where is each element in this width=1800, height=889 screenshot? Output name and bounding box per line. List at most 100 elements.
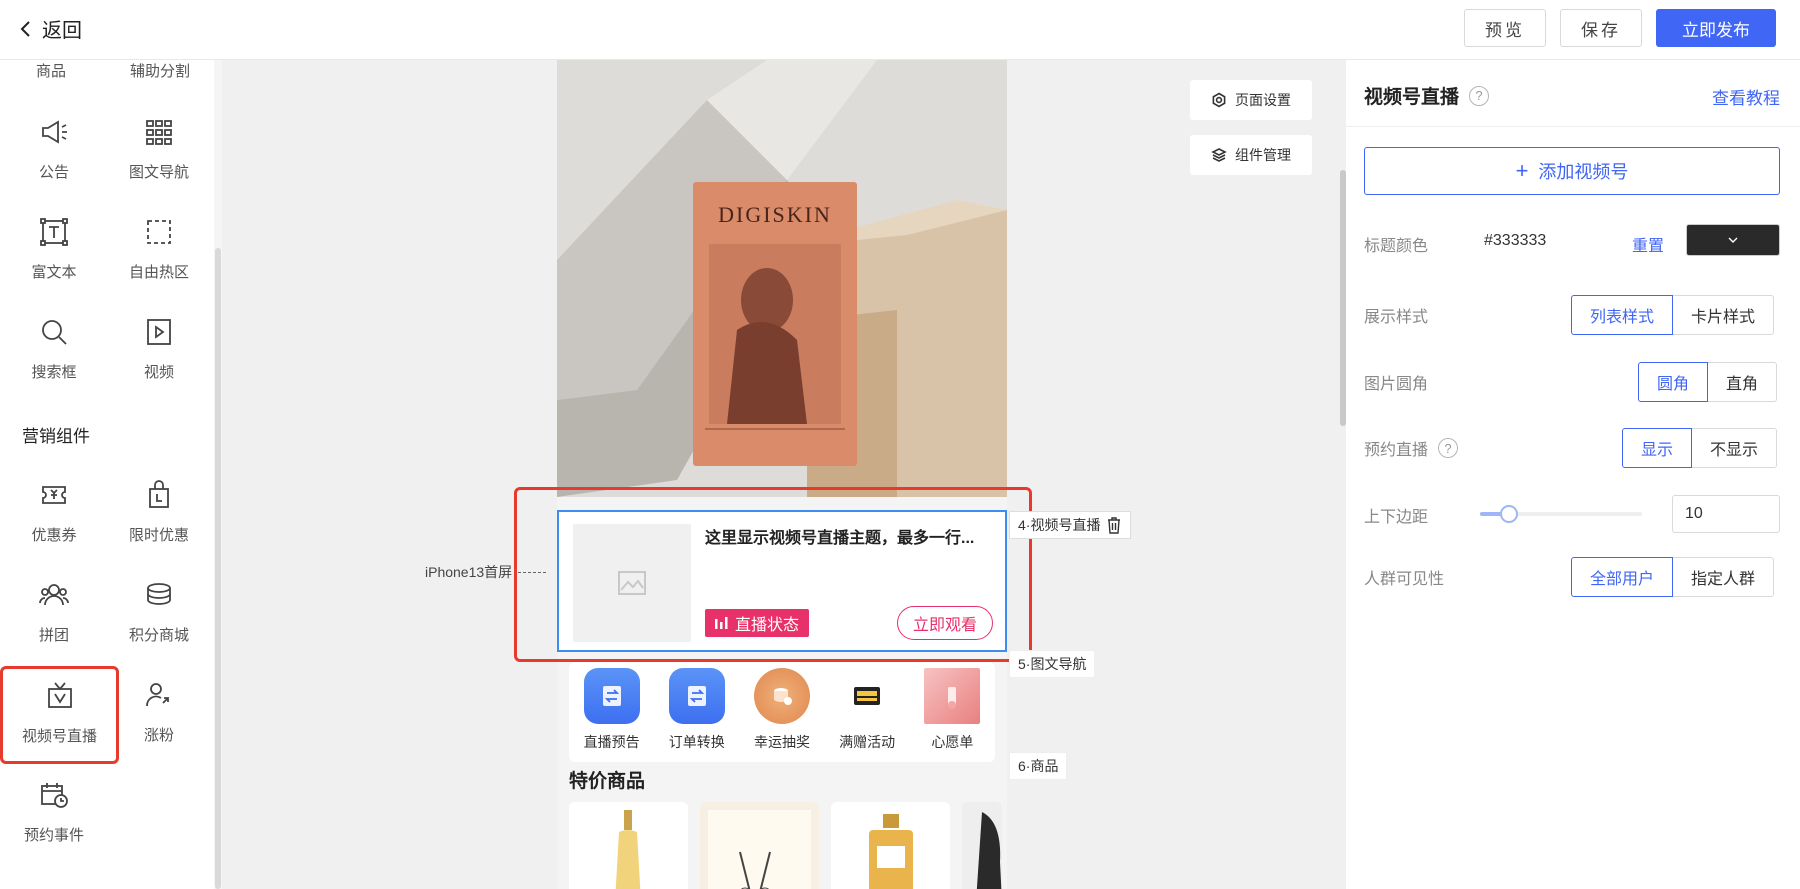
sidebar-item-label: 图文导航 bbox=[128, 164, 189, 181]
component-sidebar: 商品 辅助分割 公告 图文导航 富文本 自由热区 搜索框 视频 营销组件 优惠券… bbox=[0, 60, 222, 889]
product-row bbox=[569, 802, 1007, 889]
iphone-first-screen-marker: iPhone13首屏 bbox=[425, 562, 547, 582]
properties-panel: 视频号直播 ? 查看教程 + 添加视频号 标题颜色 #333333 重置 展示样… bbox=[1346, 60, 1800, 889]
back-label: 返回 bbox=[42, 20, 82, 42]
color-picker[interactable] bbox=[1686, 224, 1780, 256]
product-card[interactable] bbox=[700, 802, 819, 889]
view-tutorial-link[interactable]: 查看教程 bbox=[1712, 84, 1780, 109]
tag-goods[interactable]: 6·商品 bbox=[1009, 752, 1068, 780]
tag-label: 6·商品 bbox=[1018, 758, 1059, 774]
coin-stack-icon bbox=[753, 668, 810, 724]
publish-button[interactable]: 立即发布 bbox=[1656, 9, 1776, 47]
sidebar-item-coupon[interactable]: 优惠券 bbox=[0, 468, 108, 564]
corner-label: 图片圆角 bbox=[1364, 376, 1429, 393]
plus-icon: + bbox=[1515, 158, 1529, 183]
sidebar-item-channel-live[interactable]: 视频号直播 bbox=[0, 666, 119, 764]
sidebar-item-label: 搜索框 bbox=[31, 364, 77, 381]
live-title: 这里显示视频号直播主题，最多一行... bbox=[705, 530, 975, 547]
sidebar-item-video[interactable]: 视频 bbox=[105, 305, 213, 401]
sidebar-item-points-mall[interactable]: 积分商城 bbox=[105, 568, 213, 664]
iphone-label: iPhone13首屏 bbox=[425, 564, 513, 580]
corner-square-option[interactable]: 直角 bbox=[1707, 362, 1778, 402]
live-cover-placeholder bbox=[573, 524, 691, 642]
sidebar-item-label: 优惠券 bbox=[31, 527, 77, 544]
audience-toggle: 全部用户 指定人群 bbox=[1571, 557, 1775, 597]
sidebar-item-group-buy[interactable]: 拼团 bbox=[0, 568, 108, 664]
nav-item-lucky-draw[interactable]: 幸运抽奖 bbox=[742, 668, 822, 762]
sidebar-item-rich-text[interactable]: 富文本 bbox=[0, 205, 108, 301]
product-card[interactable] bbox=[962, 802, 1002, 889]
nav-item-gift-event[interactable]: 满赠活动 bbox=[827, 668, 907, 762]
add-channel-label: 添加视频号 bbox=[1538, 162, 1629, 182]
reserve-hide-option[interactable]: 不显示 bbox=[1691, 428, 1778, 468]
chanel-perfume-image bbox=[831, 802, 950, 889]
reset-color-link[interactable]: 重置 bbox=[1632, 232, 1664, 256]
sidebar-scrollbar[interactable] bbox=[214, 60, 222, 889]
nav-item-order-convert[interactable]: 订单转换 bbox=[657, 668, 737, 762]
component-manage-button[interactable]: 组件管理 bbox=[1190, 135, 1312, 175]
shopping-bag-icon bbox=[142, 478, 176, 512]
component-manage-label: 组件管理 bbox=[1235, 147, 1291, 163]
sidebar-item-hotspot[interactable]: 自由热区 bbox=[105, 205, 213, 301]
display-style-toggle: 列表样式 卡片样式 bbox=[1571, 295, 1775, 335]
swap-doc-icon bbox=[668, 668, 725, 724]
product-card[interactable] bbox=[831, 802, 950, 889]
gear-icon bbox=[1212, 92, 1226, 108]
lash-curler-image bbox=[700, 802, 819, 889]
search-icon bbox=[37, 315, 71, 349]
tag-image-nav[interactable]: 5·图文导航 bbox=[1009, 650, 1096, 678]
margin-slider[interactable] bbox=[1480, 505, 1642, 523]
add-channel-button[interactable]: + 添加视频号 bbox=[1364, 147, 1780, 195]
back-button[interactable]: 返回 bbox=[18, 14, 82, 43]
channel-live-card[interactable]: 这里显示视频号直播主题，最多一行... 直播状态 立即观看 bbox=[557, 510, 1007, 652]
trash-icon[interactable] bbox=[1106, 516, 1122, 534]
sidebar-item-label: 视频号直播 bbox=[21, 728, 97, 745]
display-style-card-option[interactable]: 卡片样式 bbox=[1672, 295, 1775, 335]
sidebar-item-reserve-event[interactable]: 预约事件 bbox=[0, 768, 108, 864]
hero-image[interactable]: DIGISKIN bbox=[557, 60, 1007, 497]
panel-title: 视频号直播 bbox=[1364, 87, 1460, 108]
bar-chart-icon bbox=[715, 617, 728, 629]
help-icon[interactable]: ? bbox=[1469, 85, 1490, 106]
group-icon bbox=[37, 578, 71, 612]
margin-input[interactable] bbox=[1672, 495, 1780, 533]
save-button[interactable]: 保存 bbox=[1560, 9, 1642, 47]
page-settings-button[interactable]: 页面设置 bbox=[1190, 80, 1312, 120]
text-box-icon bbox=[37, 215, 71, 249]
nav-item-label: 直播预告 bbox=[583, 734, 640, 750]
audience-specific-option[interactable]: 指定人群 bbox=[1672, 557, 1775, 597]
nav-item-label: 幸运抽奖 bbox=[753, 734, 810, 750]
tag-channel-live[interactable]: 4·视频号直播 bbox=[1009, 511, 1132, 539]
sidebar-item-notice[interactable]: 公告 bbox=[0, 105, 108, 201]
watch-now-button[interactable]: 立即观看 bbox=[897, 606, 993, 640]
product-card[interactable] bbox=[569, 802, 688, 889]
sidebar-item-label: 自由热区 bbox=[128, 264, 189, 281]
sidebar-item-goods-label[interactable]: 商品 bbox=[36, 60, 66, 81]
sidebar-item-divider-label[interactable]: 辅助分割 bbox=[130, 60, 190, 81]
special-goods-title: 特价商品 bbox=[569, 771, 646, 792]
title-color-label: 标题颜色 bbox=[1364, 238, 1429, 255]
megaphone-icon bbox=[37, 115, 71, 149]
title-color-value: #333333 bbox=[1484, 232, 1547, 249]
corner-round-option[interactable]: 圆角 bbox=[1638, 362, 1709, 402]
sidebar-item-search[interactable]: 搜索框 bbox=[0, 305, 108, 401]
tag-label: 5·图文导航 bbox=[1018, 656, 1087, 672]
sidebar-item-fan-growth[interactable]: 涨粉 bbox=[105, 668, 213, 764]
nav-item-wishlist[interactable]: 心愿单 bbox=[912, 668, 992, 762]
sidebar-scroll-thumb[interactable] bbox=[215, 248, 221, 889]
margin-slider-thumb[interactable] bbox=[1500, 505, 1519, 523]
layers-icon bbox=[1211, 148, 1227, 162]
sidebar-item-image-nav[interactable]: 图文导航 bbox=[105, 105, 213, 201]
help-icon[interactable]: ? bbox=[1438, 438, 1459, 458]
panel-header: 视频号直播 ? bbox=[1364, 82, 1490, 109]
sidebar-item-label: 积分商城 bbox=[128, 627, 189, 644]
reserve-show-option[interactable]: 显示 bbox=[1622, 428, 1693, 468]
image-placeholder-icon bbox=[618, 571, 646, 595]
preview-button[interactable]: 预览 bbox=[1464, 9, 1546, 47]
audience-all-option[interactable]: 全部用户 bbox=[1571, 557, 1674, 597]
editor-canvas: iPhone13首屏 DIGISKIN 这里显示视频号直播主题，最多一行... … bbox=[222, 60, 1346, 889]
sidebar-item-flash-sale[interactable]: 限时优惠 bbox=[105, 468, 213, 564]
nav-item-live-preview[interactable]: 直播预告 bbox=[572, 668, 652, 762]
display-style-list-option[interactable]: 列表样式 bbox=[1571, 295, 1674, 335]
calendar-clock-icon bbox=[37, 778, 71, 812]
